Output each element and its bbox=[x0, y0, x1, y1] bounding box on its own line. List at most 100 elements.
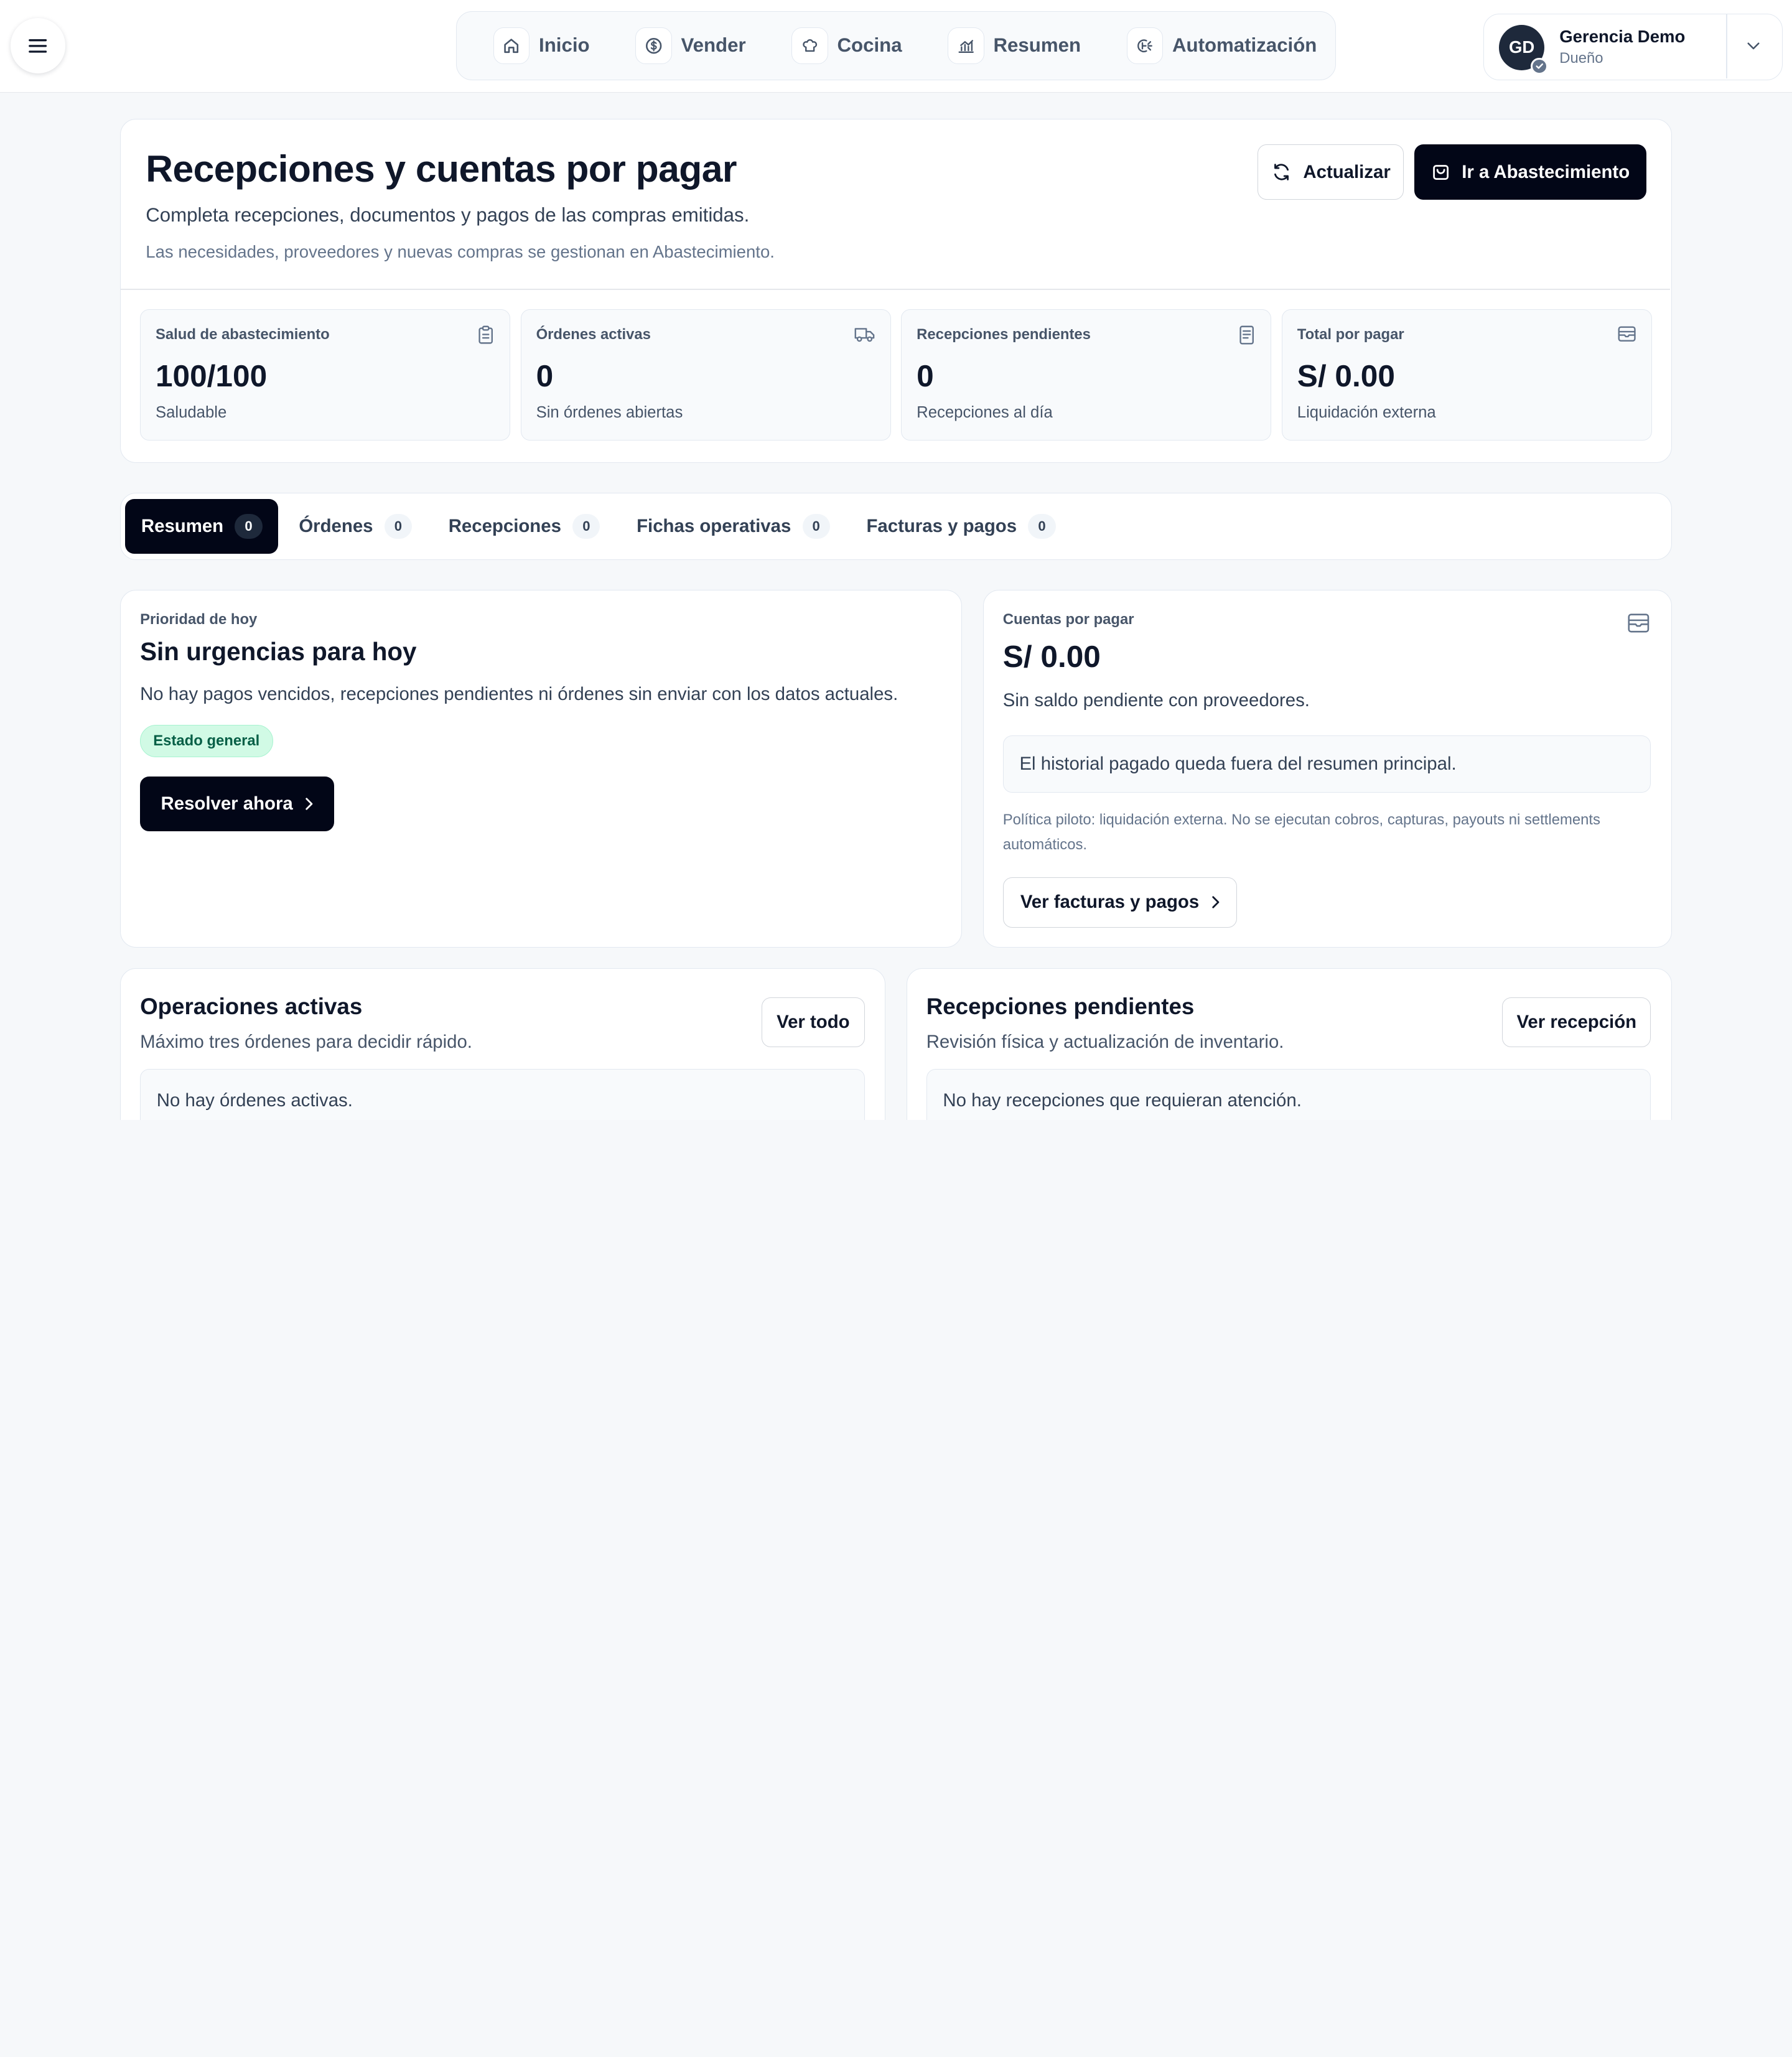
payables-card: Cuentas por pagar S/ 0.00 Sin saldo pend… bbox=[982, 589, 1673, 948]
tab-count-badge: 0 bbox=[235, 513, 263, 539]
refresh-icon bbox=[1271, 162, 1292, 182]
stat-label: Salud de abastecimiento bbox=[155, 325, 330, 343]
go-supply-button[interactable]: Ir a Abastecimiento bbox=[1414, 144, 1646, 200]
resolve-now-label: Resolver ahora bbox=[161, 793, 293, 814]
wallet-icon bbox=[1627, 612, 1650, 634]
go-supply-label: Ir a Abastecimiento bbox=[1462, 161, 1630, 182]
receptions-title: Recepciones pendientes bbox=[926, 994, 1195, 1020]
nav-item-inicio[interactable]: Inicio bbox=[493, 27, 590, 64]
receptions-empty-state: No hay recepciones que requieran atenció… bbox=[926, 1069, 1651, 1120]
stat-note: Saludable bbox=[155, 403, 227, 421]
page-subtitle: Completa recepciones, documentos y pagos… bbox=[146, 203, 750, 226]
header-card: Recepciones y cuentas por pagar Completa… bbox=[119, 119, 1673, 463]
nav-item-resumen[interactable]: Resumen bbox=[948, 27, 1081, 64]
nav-label: Cocina bbox=[837, 34, 902, 57]
stat-label: Recepciones pendientes bbox=[917, 325, 1091, 343]
shopping-bag-icon bbox=[1431, 162, 1450, 182]
stat-card-supply-health: Salud de abastecimiento 100/100 Saludabl… bbox=[140, 309, 511, 441]
main-nav: Inicio Vender Cocina Resumen Automatizac… bbox=[455, 11, 1337, 80]
stat-label: Total por pagar bbox=[1297, 325, 1404, 343]
tab-label: Recepciones bbox=[448, 515, 561, 536]
divider bbox=[120, 288, 1671, 290]
truck-icon bbox=[854, 325, 875, 343]
tab-label: Órdenes bbox=[299, 515, 373, 536]
stat-value: S/ 0.00 bbox=[1297, 358, 1395, 394]
tab-count-badge: 0 bbox=[802, 513, 830, 539]
tab-facturas-y-pagos[interactable]: Facturas y pagos 0 bbox=[851, 499, 1071, 554]
priority-card: Prioridad de hoy Sin urgencias para hoy … bbox=[119, 589, 963, 948]
menu-button[interactable] bbox=[10, 18, 65, 73]
payables-amount: S/ 0.00 bbox=[1002, 638, 1101, 674]
resolve-now-button[interactable]: Resolver ahora bbox=[140, 777, 335, 832]
chevron-down-icon bbox=[1747, 42, 1760, 51]
refresh-button[interactable]: Actualizar bbox=[1258, 144, 1404, 200]
tab-label: Resumen bbox=[141, 515, 224, 536]
pending-receptions-card: Recepciones pendientes Revisión física y… bbox=[906, 968, 1673, 1120]
user-menu[interactable]: GD Gerencia Demo Dueño bbox=[1483, 14, 1783, 80]
nav-label: Resumen bbox=[993, 34, 1081, 57]
stat-value: 0 bbox=[536, 358, 554, 394]
chevron-right-icon bbox=[1211, 895, 1220, 909]
operations-title: Operaciones activas bbox=[140, 994, 363, 1020]
nav-item-vender[interactable]: Vender bbox=[635, 27, 746, 64]
priority-title: Sin urgencias para hoy bbox=[140, 637, 417, 666]
chart-icon bbox=[948, 27, 984, 64]
clipboard-icon bbox=[477, 325, 495, 345]
automation-icon bbox=[1126, 27, 1164, 64]
stat-card-total-payable: Total por pagar S/ 0.00 Liquidación exte… bbox=[1281, 309, 1652, 441]
tab-label: Facturas y pagos bbox=[866, 515, 1017, 536]
nav-item-automatizacion[interactable]: Automatización bbox=[1126, 27, 1317, 64]
tab-fichas-operativas[interactable]: Fichas operativas 0 bbox=[620, 499, 846, 554]
tab-count-badge: 0 bbox=[384, 513, 412, 539]
chevron-right-icon bbox=[304, 797, 314, 811]
view-invoices-button[interactable]: Ver facturas y pagos bbox=[1002, 877, 1238, 928]
operations-subtitle: Máximo tres órdenes para decidir rápido. bbox=[140, 1031, 472, 1052]
priority-text: No hay pagos vencidos, recepciones pendi… bbox=[140, 684, 898, 705]
home-icon bbox=[493, 27, 530, 64]
priority-kicker: Prioridad de hoy bbox=[140, 610, 258, 628]
payables-kicker: Cuentas por pagar bbox=[1002, 610, 1134, 628]
page-note: Las necesidades, proveedores y nuevas co… bbox=[146, 241, 775, 261]
stat-card-active-orders: Órdenes activas 0 Sin órdenes abiertas bbox=[520, 309, 891, 441]
operations-empty-state: No hay órdenes activas. bbox=[140, 1069, 865, 1120]
active-operations-card: Operaciones activas Máximo tres órdenes … bbox=[119, 968, 886, 1120]
nav-label: Inicio bbox=[539, 34, 590, 57]
tab-count-badge: 0 bbox=[572, 513, 600, 539]
stat-note: Sin órdenes abiertas bbox=[536, 403, 683, 421]
stat-label: Órdenes activas bbox=[536, 325, 651, 343]
tab-recepciones[interactable]: Recepciones 0 bbox=[432, 499, 616, 554]
stat-value: 100/100 bbox=[155, 358, 268, 394]
page: Inicio Vender Cocina Resumen Automatizac… bbox=[0, 0, 1792, 1120]
payables-text: Sin saldo pendiente con proveedores. bbox=[1002, 689, 1310, 711]
status-badge: Estado general bbox=[140, 725, 273, 757]
section-tabs: Resumen 0 Órdenes 0 Recepciones 0 Fichas… bbox=[119, 492, 1673, 560]
user-role: Dueño bbox=[1559, 49, 1603, 67]
receptions-subtitle: Revisión física y actualización de inven… bbox=[926, 1031, 1284, 1052]
dollar-circle-icon bbox=[635, 27, 672, 64]
nav-label: Automatización bbox=[1172, 34, 1317, 57]
stat-card-pending-receptions: Recepciones pendientes 0 Recepciones al … bbox=[901, 309, 1272, 441]
user-dropdown-button[interactable] bbox=[1726, 14, 1781, 78]
document-icon bbox=[1238, 325, 1256, 345]
hamburger-icon bbox=[29, 38, 47, 54]
chef-hat-icon bbox=[791, 27, 828, 64]
payables-policy: Política piloto: liquidación externa. No… bbox=[1002, 811, 1600, 854]
nav-item-cocina[interactable]: Cocina bbox=[791, 27, 902, 64]
tab-label: Fichas operativas bbox=[637, 515, 791, 536]
verified-check-icon bbox=[1531, 57, 1548, 75]
tab-count-badge: 0 bbox=[1028, 513, 1056, 539]
wallet-icon bbox=[1617, 325, 1636, 343]
tab-resumen[interactable]: Resumen 0 bbox=[125, 498, 279, 554]
tab-ordenes[interactable]: Órdenes 0 bbox=[283, 499, 428, 554]
user-name: Gerencia Demo bbox=[1559, 27, 1686, 47]
stat-note: Recepciones al día bbox=[917, 403, 1053, 421]
stat-note: Liquidación externa bbox=[1297, 403, 1436, 421]
top-bar: Inicio Vender Cocina Resumen Automatizac… bbox=[0, 0, 1792, 93]
refresh-label: Actualizar bbox=[1303, 161, 1391, 182]
view-invoices-label: Ver facturas y pagos bbox=[1020, 892, 1200, 913]
view-reception-button[interactable]: Ver recepción bbox=[1502, 997, 1651, 1048]
nav-label: Vender bbox=[681, 34, 746, 57]
payables-info-box: El historial pagado queda fuera del resu… bbox=[1002, 735, 1651, 793]
view-all-button[interactable]: Ver todo bbox=[762, 997, 865, 1048]
page-title: Recepciones y cuentas por pagar bbox=[146, 147, 737, 190]
